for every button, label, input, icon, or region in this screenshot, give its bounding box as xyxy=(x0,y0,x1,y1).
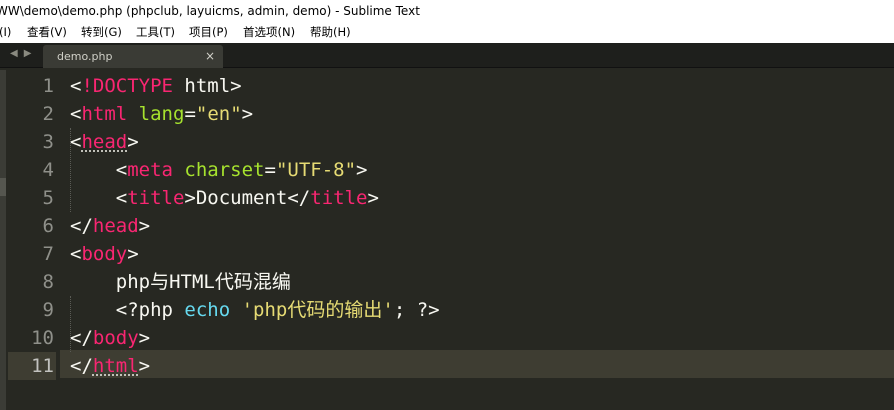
code-token: < xyxy=(70,243,82,265)
line-number: 10 xyxy=(31,327,54,349)
code-token: head xyxy=(92,215,139,237)
tab-close-icon[interactable]: × xyxy=(205,45,215,68)
line-number: 8 xyxy=(42,271,54,293)
code-token: < xyxy=(70,187,128,209)
code-token: > xyxy=(138,355,151,377)
code-token: = xyxy=(264,159,276,181)
code-token: > xyxy=(127,243,139,265)
tab-navigation: ◀▶ xyxy=(10,48,37,59)
code-token: > xyxy=(138,215,151,237)
code-token: echo xyxy=(184,299,231,321)
code-token: > xyxy=(241,103,254,125)
code-token: body xyxy=(81,243,128,265)
code-token: title xyxy=(127,187,185,209)
code-token: >Document</ xyxy=(184,187,311,209)
tab-nav-right-icon[interactable]: ▶ xyxy=(24,48,38,59)
tab-demo-php[interactable]: demo.php × xyxy=(43,45,223,68)
menu-item-help[interactable]: 帮助(H) xyxy=(310,22,351,43)
code-line[interactable]: </body> xyxy=(70,324,150,352)
code-token: title xyxy=(310,187,368,209)
code-line[interactable]: <?php echo 'php代码的输出'; ?> xyxy=(70,296,440,324)
code-line[interactable]: <body> xyxy=(70,240,139,268)
scrollbar-thumb[interactable] xyxy=(0,178,6,196)
code-token: body xyxy=(92,327,139,349)
code-token: < xyxy=(70,103,82,125)
code-line[interactable]: <head> xyxy=(70,128,139,156)
code-line[interactable]: <html lang="en"> xyxy=(70,100,253,128)
code-token: head xyxy=(81,131,128,153)
minimap-scrollbar[interactable] xyxy=(0,70,6,410)
code-token: = xyxy=(184,103,196,125)
code-token: > xyxy=(127,131,139,153)
code-line[interactable]: <!DOCTYPE html> xyxy=(70,72,242,100)
code-line[interactable]: <title>Document</title> xyxy=(70,184,379,212)
tab-nav-left-icon[interactable]: ◀ xyxy=(10,48,24,59)
window-title-bar: WW\demo\demo.php (phpclub, layuicms, adm… xyxy=(0,0,894,22)
code-token: > xyxy=(138,327,151,349)
line-number: 9 xyxy=(42,299,54,321)
code-token: lang xyxy=(138,103,185,125)
menu-item-goto[interactable]: 转到(G) xyxy=(81,22,122,43)
code-token: < xyxy=(70,159,128,181)
code-token: php与HTML代码混编 xyxy=(70,271,291,293)
menu-bar: (I) 查看(V) 转到(G) 工具(T) 项目(P) 首选项(N) 帮助(H) xyxy=(0,22,894,43)
code-token: !DOCTYPE xyxy=(81,75,173,97)
code-token: charset xyxy=(184,159,265,181)
line-number: 6 xyxy=(42,215,54,237)
menu-item-view[interactable]: 查看(V) xyxy=(27,22,67,43)
line-number: 1 xyxy=(42,75,54,97)
tab-bar: ◀▶ demo.php × xyxy=(0,43,894,68)
code-token: < xyxy=(70,75,82,97)
menu-item-preferences[interactable]: 首选项(N) xyxy=(243,22,295,43)
code-token: > xyxy=(367,187,379,209)
code-token: 'php代码的输出' xyxy=(241,299,394,321)
code-token: html xyxy=(92,355,139,377)
line-number-gutter: 1 2 3 4 5 6 7 8 9 10 11 xyxy=(8,70,60,410)
menu-item-project[interactable]: 项目(P) xyxy=(189,22,228,43)
code-line[interactable]: </head> xyxy=(70,212,150,240)
line-number: 4 xyxy=(42,159,54,181)
code-token: "UTF-8" xyxy=(275,159,357,181)
code-token: meta xyxy=(127,159,173,181)
current-line-highlight xyxy=(60,350,894,378)
menu-item-partial[interactable]: (I) xyxy=(0,22,11,43)
code-token: < xyxy=(70,131,82,153)
code-line[interactable]: <meta charset="UTF-8"> xyxy=(70,156,368,184)
code-token: </ xyxy=(70,327,93,349)
code-token: </ xyxy=(70,355,93,377)
code-token: </ xyxy=(70,215,93,237)
code-token: <?php xyxy=(70,299,185,321)
tab-label: demo.php xyxy=(57,50,113,63)
code-line[interactable]: php与HTML代码混编 xyxy=(70,268,291,296)
window-title: WW\demo\demo.php (phpclub, layuicms, adm… xyxy=(0,4,420,18)
code-token: html xyxy=(81,103,128,125)
code-token: "en" xyxy=(195,103,242,125)
line-number: 2 xyxy=(42,103,54,125)
code-line[interactable]: </html> xyxy=(70,352,150,380)
line-number: 7 xyxy=(42,243,54,265)
line-number: 3 xyxy=(42,131,54,153)
menu-item-tools[interactable]: 工具(T) xyxy=(136,22,175,43)
line-number: 5 xyxy=(42,187,54,209)
code-token: html> xyxy=(172,75,242,97)
code-token: > xyxy=(356,159,368,181)
code-token: ; ?> xyxy=(393,299,440,321)
line-number: 11 xyxy=(8,352,56,380)
code-editor[interactable]: 1 2 3 4 5 6 7 8 9 10 11 <!DOCTYPE html> <html lang=… xyxy=(0,70,894,410)
